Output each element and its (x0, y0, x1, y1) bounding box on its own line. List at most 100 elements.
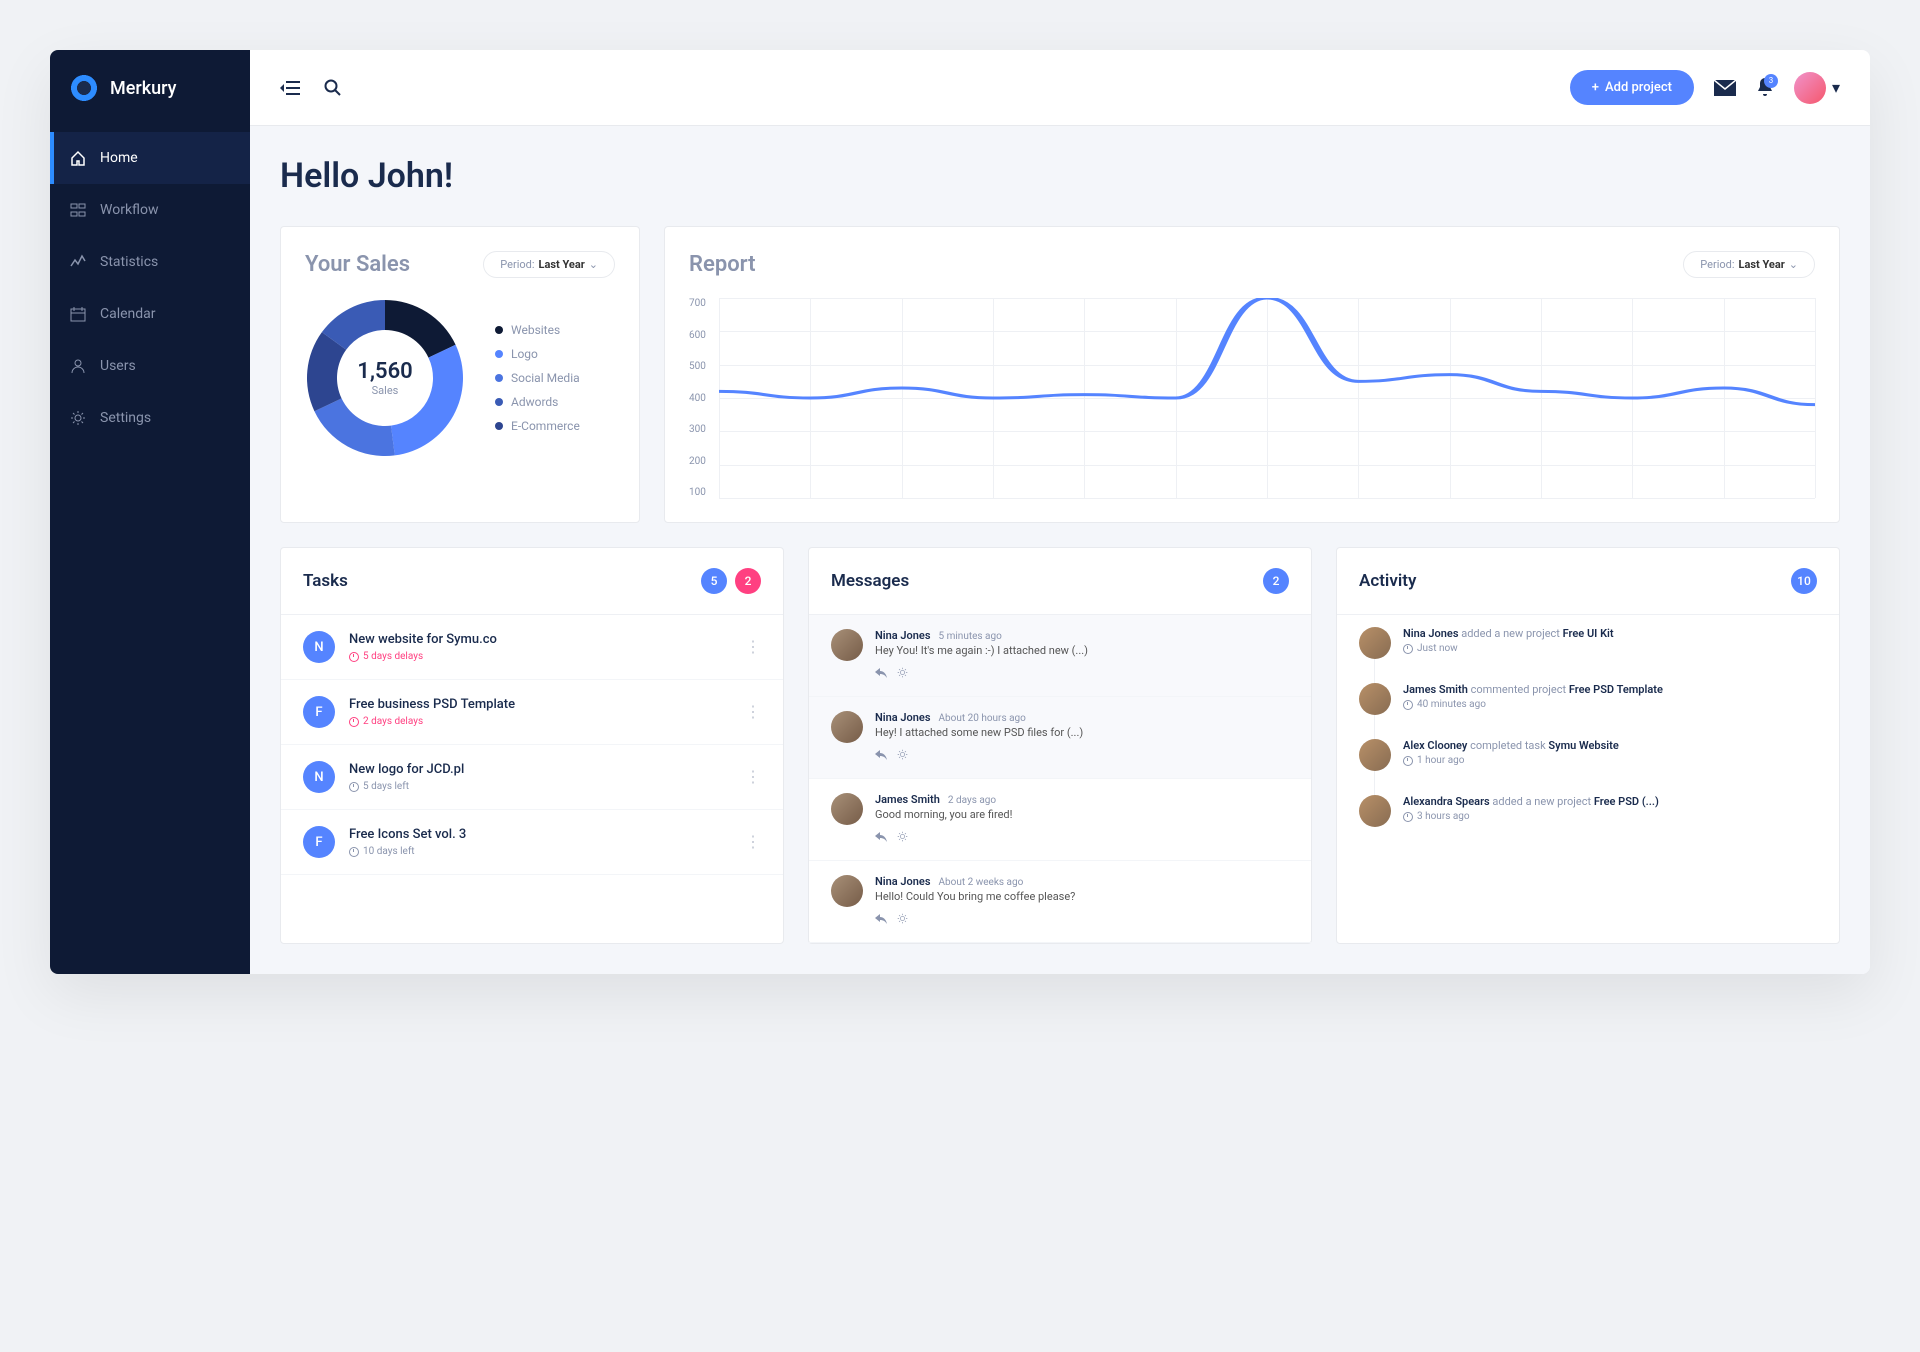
message-sender: James Smith (875, 793, 940, 806)
legend-dot (495, 398, 503, 406)
message-sender: Nina Jones (875, 711, 931, 724)
sales-legend: WebsitesLogoSocial MediaAdwordsE-Commerc… (495, 323, 580, 433)
activity-avatar (1359, 627, 1391, 659)
message-avatar (831, 629, 863, 661)
task-avatar: F (303, 826, 335, 858)
message-time: 5 minutes ago (939, 631, 1002, 642)
logo-icon (70, 74, 98, 102)
clock-icon (349, 717, 359, 727)
activity-card: Activity 10 Nina Jones added a new proje… (1336, 547, 1840, 944)
task-item[interactable]: F Free Icons Set vol. 3 10 days left ⋮ (281, 810, 783, 875)
task-avatar: N (303, 761, 335, 793)
activity-text: Alexandra Spears added a new project Fre… (1403, 795, 1817, 808)
gear-icon[interactable] (897, 909, 908, 928)
nav-item-home[interactable]: Home (50, 132, 250, 184)
activity-avatar (1359, 795, 1391, 827)
activity-text: Nina Jones added a new project Free UI K… (1403, 627, 1817, 640)
gear-icon[interactable] (897, 827, 908, 846)
nav-item-workflow[interactable]: Workflow (50, 184, 250, 236)
logo: Merkury (50, 50, 250, 132)
tasks-card: Tasks 5 2 N New website for Symu.co 5 da… (280, 547, 784, 944)
task-avatar: N (303, 631, 335, 663)
task-meta: 2 days delays (349, 716, 731, 727)
task-item[interactable]: F Free business PSD Template 2 days dela… (281, 680, 783, 745)
message-item[interactable]: Nina JonesAbout 2 weeks ago Hello! Could… (809, 861, 1311, 943)
search-icon[interactable] (324, 79, 342, 97)
message-time: 2 days ago (948, 795, 996, 806)
messages-title: Messages (831, 571, 909, 591)
activity-text: Alex Clooney completed task Symu Website (1403, 739, 1817, 752)
clock-icon (349, 847, 359, 857)
nav-label: Statistics (100, 254, 158, 270)
stats-icon (70, 254, 86, 270)
more-icon[interactable]: ⋮ (745, 645, 761, 649)
reply-icon[interactable] (875, 827, 887, 846)
message-item[interactable]: James Smith 2 days ago Good morning, you … (809, 779, 1311, 861)
report-card: Report Period: Last Year ⌄ 7006005004003… (664, 226, 1840, 523)
activity-time: Just now (1403, 643, 1817, 654)
activity-avatar (1359, 739, 1391, 771)
more-icon[interactable]: ⋮ (745, 775, 761, 779)
legend-item: E-Commerce (495, 419, 580, 433)
more-icon[interactable]: ⋮ (745, 710, 761, 714)
task-item[interactable]: N New logo for JCD.pl 5 days left ⋮ (281, 745, 783, 810)
report-title: Report (689, 252, 755, 277)
menu-toggle-icon[interactable] (280, 80, 302, 96)
message-avatar (831, 793, 863, 825)
messages-card: Messages 2 Nina Jones5 minutes ago Hey Y… (808, 547, 1312, 944)
message-time: About 20 hours ago (939, 713, 1026, 724)
task-meta: 10 days left (349, 846, 731, 857)
nav-item-calendar[interactable]: Calendar (50, 288, 250, 340)
task-meta: 5 days delays (349, 651, 731, 662)
message-avatar (831, 875, 863, 907)
mail-icon[interactable] (1714, 80, 1736, 96)
user-avatar (1794, 72, 1826, 104)
nav-item-settings[interactable]: Settings (50, 392, 250, 444)
tasks-badge-blue: 5 (701, 568, 727, 594)
header: + Add project 3 ▾ (250, 50, 1870, 126)
task-meta: 5 days left (349, 781, 731, 792)
reply-icon[interactable] (875, 745, 887, 764)
message-text: Hey! I attached some new PSD files for (… (875, 726, 1289, 739)
legend-dot (495, 422, 503, 430)
messages-badge: 2 (1263, 568, 1289, 594)
gear-icon[interactable] (897, 663, 908, 682)
task-title: New logo for JCD.pl (349, 762, 731, 777)
nav-label: Users (100, 358, 136, 374)
gear-icon[interactable] (897, 745, 908, 764)
user-menu[interactable]: ▾ (1794, 72, 1840, 104)
clock-icon (349, 782, 359, 792)
message-item[interactable]: Nina Jones About 20 hours ago Hey! I atta… (809, 697, 1311, 779)
message-sender: Nina Jones (875, 875, 931, 888)
activity-item: James Smith commented project Free PSD T… (1337, 671, 1839, 727)
sales-total-label: Sales (372, 384, 399, 397)
more-icon[interactable]: ⋮ (745, 840, 761, 844)
task-item[interactable]: N New website for Symu.co 5 days delays … (281, 615, 783, 680)
nav-item-statistics[interactable]: Statistics (50, 236, 250, 288)
legend-dot (495, 350, 503, 358)
brand-name: Merkury (110, 78, 176, 99)
message-avatar (831, 711, 863, 743)
message-text: Hey You! It's me again :-) I attached ne… (875, 644, 1289, 657)
sales-period-selector[interactable]: Period: Last Year ⌄ (483, 251, 615, 278)
clock-icon (349, 652, 359, 662)
add-project-button[interactable]: + Add project (1570, 70, 1694, 105)
tasks-badge-red: 2 (735, 568, 761, 594)
clock-icon (1403, 700, 1413, 710)
bell-icon[interactable]: 3 (1756, 78, 1774, 98)
clock-icon (1403, 644, 1413, 654)
report-line-chart: 700600500400300200100 (689, 298, 1815, 498)
nav-label: Calendar (100, 306, 156, 322)
nav-label: Settings (100, 410, 151, 426)
reply-icon[interactable] (875, 909, 887, 928)
notification-badge: 3 (1764, 74, 1778, 88)
report-period-selector[interactable]: Period: Last Year ⌄ (1683, 251, 1815, 278)
gear-icon (70, 410, 86, 426)
message-text: Good morning, you are fired! (875, 808, 1289, 821)
legend-item: Adwords (495, 395, 580, 409)
activity-time: 1 hour ago (1403, 755, 1817, 766)
message-item[interactable]: Nina Jones5 minutes ago Hey You! It's me… (809, 615, 1311, 697)
calendar-icon (70, 306, 86, 322)
reply-icon[interactable] (875, 663, 887, 682)
nav-item-users[interactable]: Users (50, 340, 250, 392)
